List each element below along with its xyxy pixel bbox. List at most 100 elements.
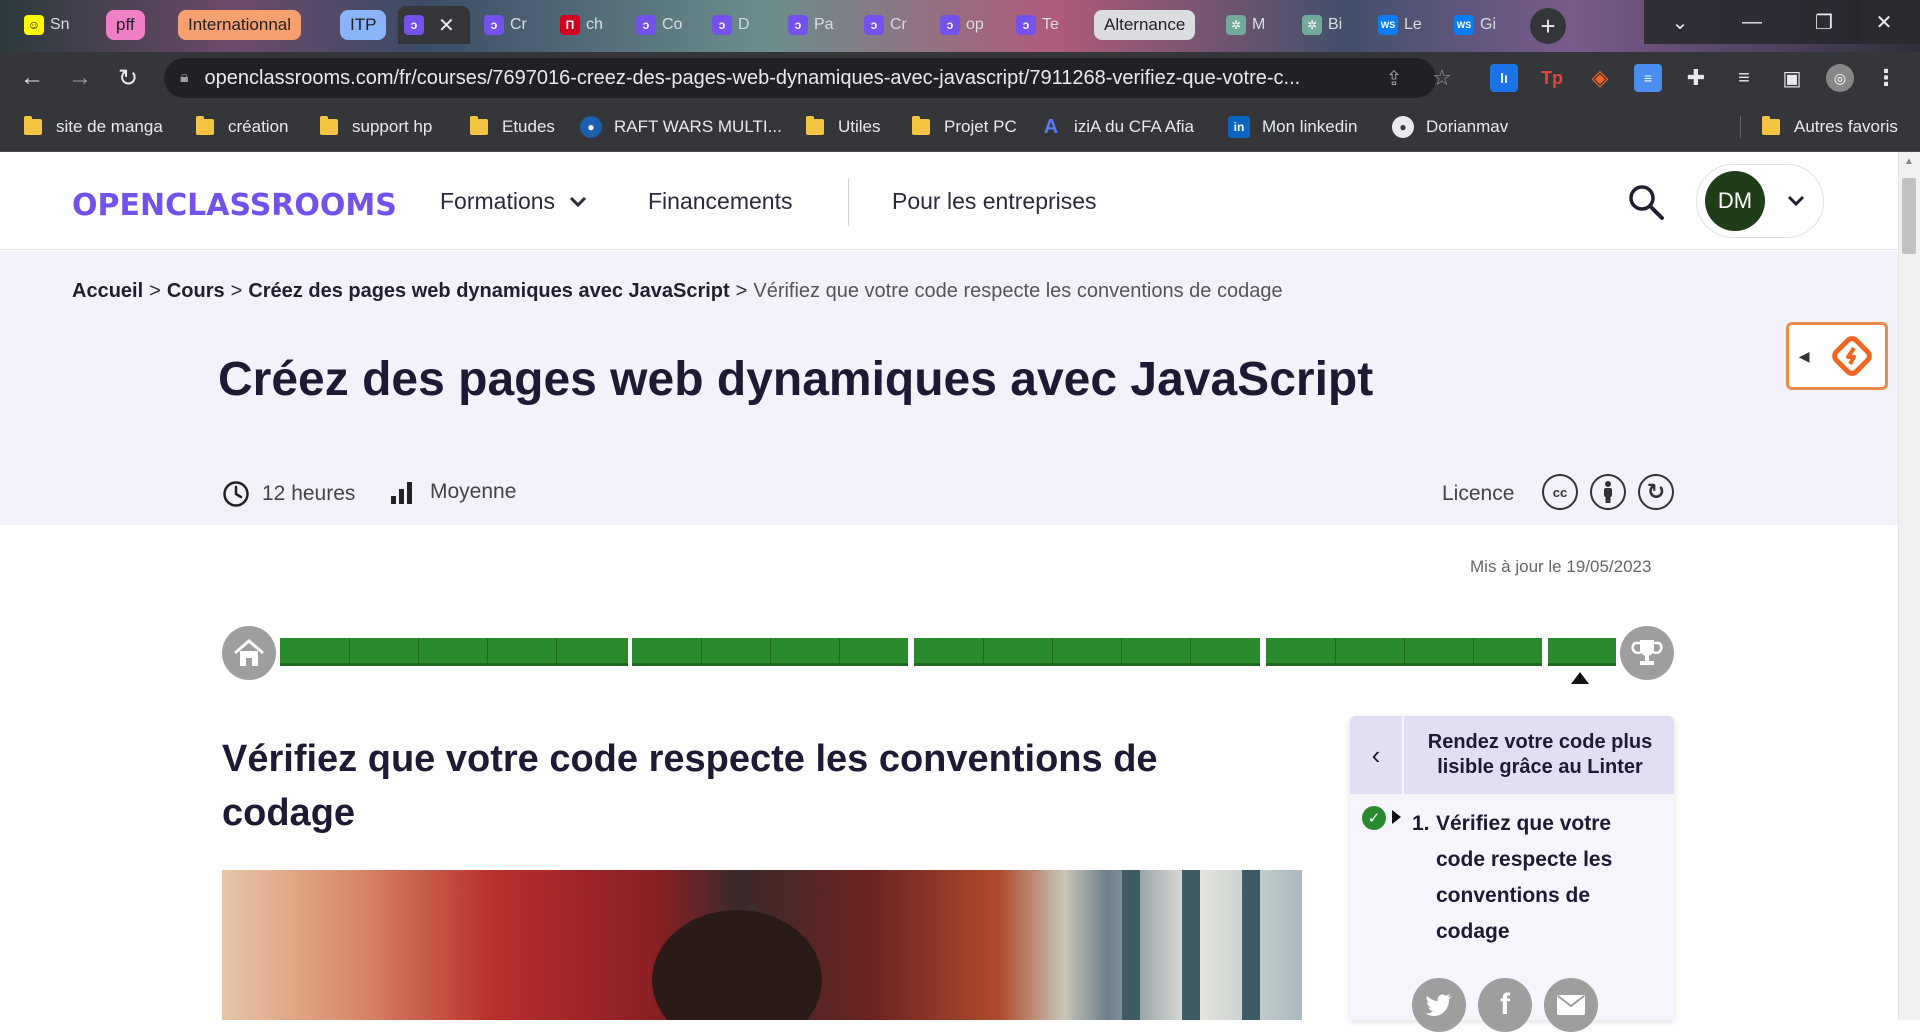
facebook-share-button[interactable]: f xyxy=(1478,978,1532,1032)
breadcrumb-course[interactable]: Créez des pages web dynamiques avec Java… xyxy=(248,280,729,302)
red-app-icon: Π xyxy=(560,15,580,35)
tab-group-alternance[interactable]: Alternance xyxy=(1094,10,1196,40)
address-bar[interactable]: 🔒︎ openclassrooms.com/fr/courses/7697016… xyxy=(164,58,1436,98)
minimize-button[interactable]: — xyxy=(1716,0,1788,44)
tab-label: ch xyxy=(586,16,603,33)
tab-label: op xyxy=(966,16,984,33)
extension-icon[interactable]: Tp xyxy=(1538,64,1566,92)
diamond-logo-icon xyxy=(1832,336,1873,376)
share-icon[interactable]: ⇪ xyxy=(1378,62,1410,94)
tab-search-button[interactable]: ⌄ xyxy=(1644,0,1716,44)
course-level: Moyenne xyxy=(390,480,516,504)
current-item-arrow-icon xyxy=(1392,810,1401,824)
tab-item[interactable]: ↄ Cr xyxy=(478,6,546,44)
tab-group-itp[interactable]: ITP xyxy=(340,10,387,40)
webstorm-icon: WS xyxy=(1454,15,1474,35)
tab-snapchat[interactable]: ☺ Sn xyxy=(18,6,88,44)
bookmark-label: Autres favoris xyxy=(1794,117,1898,136)
progress-home-button[interactable] xyxy=(222,626,276,680)
outline-item-title: Vérifiez que votre code respecte les con… xyxy=(1436,812,1613,943)
bookmark-item[interactable]: création xyxy=(196,112,288,142)
media-icon[interactable]: ≡ xyxy=(1730,64,1758,92)
progress-part-2[interactable] xyxy=(632,638,908,666)
tab-item[interactable]: ↄD xyxy=(706,6,774,44)
chevron-down-icon xyxy=(569,196,587,207)
folder-icon xyxy=(806,116,824,135)
bookmark-item[interactable]: Projet PC xyxy=(912,112,1017,142)
twitter-icon xyxy=(1425,994,1452,1016)
openclassrooms-icon: ↄ xyxy=(636,15,656,35)
scrollbar-thumb[interactable] xyxy=(1902,178,1916,254)
tab-item[interactable]: WS Gi xyxy=(1448,6,1514,44)
bookmark-label: Projet PC xyxy=(944,117,1017,136)
creative-commons-icon[interactable]: cc xyxy=(1542,474,1578,510)
back-arrow-icon[interactable]: ← xyxy=(16,62,48,94)
tab-item[interactable]: ↄ Te xyxy=(1010,6,1080,44)
puzzle-icon[interactable]: ✚ xyxy=(1682,64,1710,92)
search-icon[interactable] xyxy=(1626,182,1666,222)
sidebar-icon[interactable]: ▣ xyxy=(1778,64,1806,92)
bookmark-label: Etudes xyxy=(502,117,555,136)
url-text: openclassrooms.com/fr/courses/7697016-cr… xyxy=(204,66,1301,89)
tab-item[interactable]: ↄ Pa xyxy=(782,6,850,44)
docs-icon[interactable]: ≡ xyxy=(1634,64,1662,92)
duration-text: 12 heures xyxy=(262,482,356,505)
bookmark-item[interactable]: ● Dorianmav xyxy=(1392,112,1508,142)
breadcrumb-home[interactable]: Accueil xyxy=(72,280,143,302)
forward-arrow-icon[interactable]: → xyxy=(64,62,96,94)
star-icon[interactable]: ☆ xyxy=(1426,62,1458,94)
openclassrooms-logo[interactable]: OPENCLASSROOMS xyxy=(72,188,397,223)
attribution-icon[interactable] xyxy=(1590,474,1626,510)
progress-part-1[interactable] xyxy=(280,638,628,666)
bookmark-item[interactable]: site de manga xyxy=(24,112,163,142)
tab-item[interactable]: Πch xyxy=(554,6,622,44)
tab-item[interactable]: ↄ op xyxy=(934,6,1002,44)
extension-icon[interactable]: lı xyxy=(1490,64,1518,92)
bookmark-item[interactable]: in Mon linkedin xyxy=(1228,112,1357,142)
menu-icon[interactable]: ⋮ xyxy=(1872,64,1900,92)
progress-part-4[interactable] xyxy=(1266,638,1542,666)
tab-group-internationnal[interactable]: Internationnal xyxy=(178,10,302,40)
page-scrollbar[interactable] xyxy=(1898,152,1920,1020)
nav-entreprises[interactable]: Pour les entreprises xyxy=(892,188,1097,215)
scroll-up-arrow-icon[interactable]: ▲ xyxy=(1902,156,1916,174)
outline-item[interactable]: 1. Vérifiez que votre code respecte les … xyxy=(1412,806,1662,950)
course-duration: 12 heures xyxy=(222,480,355,508)
user-menu[interactable]: DM xyxy=(1696,164,1824,238)
extension-icon[interactable]: ◈ xyxy=(1586,64,1614,92)
progress-trophy-button[interactable] xyxy=(1620,626,1674,680)
tab-active[interactable]: ↄ ✕ xyxy=(398,6,470,44)
progress-part-5[interactable] xyxy=(1548,638,1616,666)
bookmark-item[interactable]: Etudes xyxy=(470,112,555,142)
other-bookmarks[interactable]: Autres favoris xyxy=(1762,112,1898,142)
reload-icon[interactable]: ↻ xyxy=(112,62,144,94)
tab-item[interactable]: ↄ Cr xyxy=(858,6,926,44)
bookmark-item[interactable]: support hp xyxy=(320,112,432,142)
close-window-button[interactable]: ✕ xyxy=(1848,0,1920,44)
new-tab-button[interactable]: + xyxy=(1530,8,1566,44)
nav-formations[interactable]: Formations xyxy=(440,188,587,215)
email-share-button[interactable] xyxy=(1544,978,1598,1032)
snapchat-icon: ☺ xyxy=(24,15,44,35)
progress-part-3[interactable] xyxy=(914,638,1260,666)
profile-avatar[interactable]: ◎ xyxy=(1826,64,1854,92)
bookmark-item[interactable]: AiziA du CFA Afia xyxy=(1040,112,1194,142)
tab-item[interactable]: ✲ Bi xyxy=(1296,6,1362,44)
tab-label: Te xyxy=(1042,16,1059,33)
chevron-left-icon[interactable]: ‹ xyxy=(1350,716,1404,794)
twitter-share-button[interactable] xyxy=(1412,978,1466,1032)
tab-group-label: pff xyxy=(116,15,135,34)
floating-extension-button[interactable]: ◀ xyxy=(1786,322,1888,390)
folder-icon xyxy=(912,116,930,135)
bookmark-item[interactable]: ● RAFT WARS MULTI... xyxy=(580,112,782,142)
close-icon[interactable]: ✕ xyxy=(438,13,455,38)
tab-item[interactable]: ✲ M xyxy=(1220,6,1286,44)
share-alike-icon[interactable]: ↻ xyxy=(1638,474,1674,510)
bookmark-item[interactable]: Utiles xyxy=(806,112,881,142)
nav-financements[interactable]: Financements xyxy=(648,188,792,215)
tab-item[interactable]: ↄ Co xyxy=(630,6,698,44)
breadcrumb-courses[interactable]: Cours xyxy=(167,280,225,302)
tab-item[interactable]: WS Le xyxy=(1372,6,1438,44)
tab-group-pff[interactable]: pff xyxy=(106,10,145,40)
facebook-icon: f xyxy=(1500,988,1510,1021)
